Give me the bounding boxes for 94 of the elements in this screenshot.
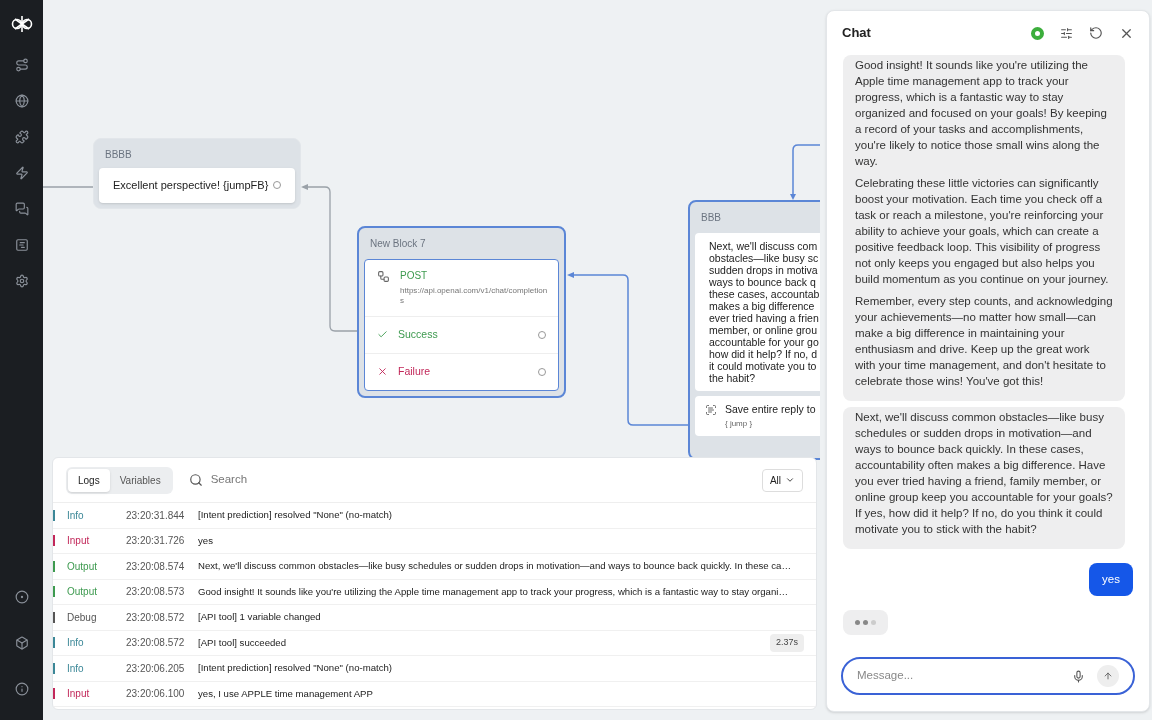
step-card[interactable]: Excellent perspective! {jumpFB} <box>99 168 295 203</box>
log-row[interactable]: Output 23:20:08.573 Good insight! It sounds like you're utilizing the Apple time management app to track your progress, which is a fantastic way to stay organi… <box>53 579 816 605</box>
log-row[interactable]: Info 23:20:06.205 [Intent prediction] resolved "None" (no-match) <box>53 656 816 682</box>
log-row[interactable]: Output 23:20:08.574 Next, we'll discuss common obstacles—like busy schedules or sudden drops in motivation—and ways to bounce back quickly. In these ca… <box>53 554 816 580</box>
panel-title: Chat <box>842 24 872 43</box>
globe-icon[interactable] <box>14 94 29 108</box>
user-message: yes <box>1089 563 1133 597</box>
connector-arrow <box>790 144 820 200</box>
log-level: Output <box>67 559 99 574</box>
capture-variable: { jump } <box>725 417 754 430</box>
message-line: Next, we'll discuss com <box>709 240 819 252</box>
reset-icon[interactable] <box>1089 26 1103 40</box>
puzzle-icon[interactable] <box>14 130 29 144</box>
send-icon <box>1103 671 1113 681</box>
log-time: 23:20:08.572 <box>126 610 186 625</box>
capture-step[interactable]: Save entire reply to { jump } <box>695 396 820 436</box>
message-paragraph: Good insight! It sounds like you're utilizing the Apple time management app to track your progress, which is a fantastic way to stay organized and focused on your goals! By keeping a record of your tasks and accomplishments, you're likely to notice those small wins along the way. <box>855 58 1108 169</box>
log-level: Input <box>67 687 91 702</box>
log-message: Next, we'll discuss common obstacles—like busy schedules or sudden drops in motivation—and ways to bounce back quickly. In these ca… <box>198 559 793 574</box>
message-line: the habit? <box>709 372 757 384</box>
log-time: 23:20:08.572 <box>126 636 186 651</box>
message-line: member, or online grou <box>709 324 818 336</box>
message-line: it could motivate you to <box>709 360 818 372</box>
log-time: 23:20:06.205 <box>126 661 186 676</box>
log-time: 23:20:31.726 <box>126 534 186 549</box>
method-label: POST <box>400 269 429 283</box>
log-row[interactable]: Debug 23:20:08.572 [API tool] 1 variable changed <box>53 605 816 631</box>
block-card[interactable]: BBBB Excellent perspective! {jumpFB} <box>93 138 301 209</box>
message-line: how did it help? If no, d <box>709 348 818 360</box>
step-text: Excellent perspective! {jumpFB} <box>113 178 269 193</box>
cube-icon[interactable] <box>14 636 29 650</box>
duration-badge: 2.37s <box>769 634 804 652</box>
flow-icon[interactable] <box>14 58 29 72</box>
message-line: ever tried having a frien <box>709 312 820 324</box>
status-icon <box>1031 26 1044 40</box>
sliders-icon[interactable] <box>1060 26 1073 40</box>
message-line: accountable for your go <box>709 336 820 348</box>
log-level: Info <box>67 661 85 676</box>
search-field[interactable]: Search <box>210 471 411 489</box>
message-line: ways to bounce back q <box>709 276 817 288</box>
chat-bubbles-icon[interactable] <box>14 202 29 216</box>
chevron-down-icon <box>785 475 795 485</box>
log-row[interactable]: Info 23:20:08.572 [API tool] succeeded 2.37s <box>53 630 816 656</box>
block-card[interactable] <box>688 200 820 460</box>
block-title: BBBB <box>104 148 133 162</box>
log-time: 23:20:06.100 <box>126 687 186 702</box>
cross-icon <box>377 366 388 378</box>
api-icon <box>377 270 390 283</box>
log-row[interactable]: Info 23:20:31.844 [Intent prediction] resolved "None" (no-match) <box>53 503 816 529</box>
log-message: [Intent prediction] resolved "None" (no-match) <box>198 508 393 523</box>
outcome-label: Success <box>398 327 439 342</box>
settings-icon[interactable] <box>14 274 29 288</box>
log-time: 23:20:08.573 <box>126 585 186 600</box>
message-paragraph: Next, we'll discuss common obstacles—like busy schedules or sudden drops in motivation—and ways to bounce back quickly. In these cases, accountability often makes a big difference. Have you ever tried having a friend, family member, or online group keep you accountable for your goals? If yes, how did it help? If no, do you think it could motivate you to stick with the habit? <box>855 410 1113 537</box>
log-level: Input <box>67 534 91 549</box>
message-card[interactable] <box>695 233 820 391</box>
log-row[interactable]: Input 23:20:31.726 yes <box>53 528 816 554</box>
log-message: [API tool] 1 variable changed <box>198 610 322 625</box>
outcome-label: Failure <box>398 363 432 379</box>
log-tab[interactable]: Logs <box>68 468 110 492</box>
log-message: [API tool] succeeded <box>198 635 287 650</box>
lightning-icon[interactable] <box>14 166 29 180</box>
chart-icon[interactable] <box>14 238 29 252</box>
log-time: 23:20:31.844 <box>126 508 186 523</box>
log-tab[interactable]: Variables <box>109 468 171 492</box>
log-message: [Intent prediction] resolved "None" (no-match) <box>198 661 393 676</box>
message-paragraph: Remember, every step counts, and acknowledging your achievements—no matter how small—can make a big difference in maintaining your enthusiasm and drive. Keep up the great work with your time management, and don't hesitate to celebrate those wins! You've got this! <box>855 294 1113 389</box>
microphone-icon[interactable] <box>1072 669 1085 683</box>
filter-dropdown[interactable]: All <box>761 468 803 492</box>
info-icon[interactable] <box>14 682 29 696</box>
log-row[interactable]: Input 23:20:06.100 yes, I use APPLE time management APP <box>53 681 816 707</box>
message-paragraph: Celebrating these little victories can significantly boost your motivation. Each time you check off a task or reach a milestone, you're reinforcing your ability to achieve your goals, which can create a positive feedback loop. This visibility of progress not only keeps you engaged but also helps you build momentum as you continue on your journey. <box>855 176 1110 287</box>
log-level: Debug <box>67 610 98 625</box>
block-title: New Block 7 <box>369 237 427 251</box>
capture-label: Save entire reply to <box>725 402 816 417</box>
block-card[interactable]: New Block 7 POST https://api.openai.com/v1/chat/completions Success Failure <box>357 226 566 398</box>
capture-icon <box>705 404 717 416</box>
log-message: Good insight! It sounds like you're utilizing the Apple time management app to track your progress, which is a fantastic way to stay organi… <box>198 584 789 599</box>
search-icon <box>188 473 203 487</box>
url-text: https://api.openai.com/v1/chat/completions <box>400 286 549 306</box>
block-title: BBB <box>700 211 722 225</box>
log-level: Info <box>67 508 85 523</box>
message-field[interactable]: Message... <box>857 667 1072 685</box>
message-box[interactable]: Message... <box>841 657 1135 695</box>
target-icon[interactable] <box>14 590 29 604</box>
log-message: yes <box>198 533 214 548</box>
message-line: makes a big difference <box>709 300 816 312</box>
message-line: sudden drops in motiva <box>709 264 819 276</box>
log-message: yes, I use APPLE time management APP <box>198 686 374 701</box>
log-level: Output <box>67 585 99 600</box>
message-line: obstacles—like busy sc <box>709 252 820 264</box>
message-line: these cases, accountab <box>709 288 820 300</box>
log-level: Info <box>67 636 85 651</box>
log-time: 23:20:08.574 <box>126 559 186 574</box>
